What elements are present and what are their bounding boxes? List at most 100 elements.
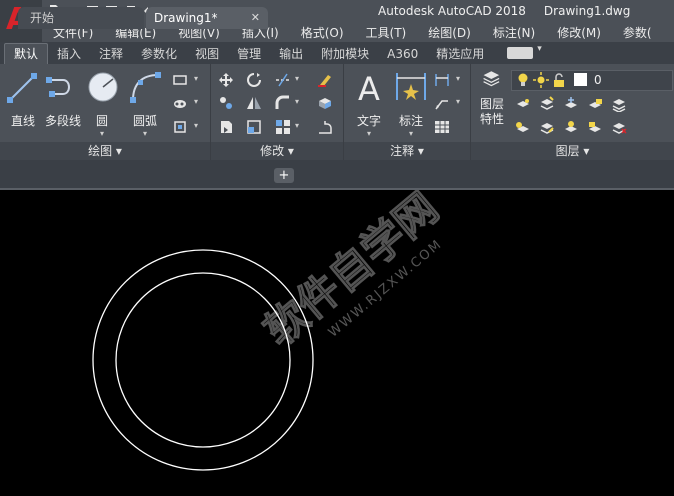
- circle-label: 圆: [95, 114, 108, 128]
- leader-icon[interactable]: [434, 95, 450, 111]
- tab-start-label: 开始: [30, 11, 55, 25]
- scale-icon[interactable]: [246, 119, 262, 135]
- tab-annotate[interactable]: 注释: [90, 44, 132, 64]
- annotation-panel: A 文字 ▾ 标注 ▾ ▾ ▾ 注释 ▾: [344, 64, 471, 160]
- unlock-icon: [554, 73, 564, 87]
- window-title: Autodesk AutoCAD 2018 Drawing1.dwg: [378, 4, 648, 18]
- layers-panel: 图层 特性 0 图层 ▾: [471, 64, 674, 160]
- layer-dropdown[interactable]: 0: [511, 70, 673, 91]
- layer-properties-tool[interactable]: 图层 特性: [475, 70, 509, 127]
- modify-panel-title-text: 修改: [260, 144, 285, 158]
- ribbon-minimize-icon[interactable]: [507, 44, 542, 59]
- dimension-label: 标注: [398, 114, 423, 128]
- layer-unlock-icon[interactable]: [587, 120, 603, 136]
- tab-view[interactable]: 视图: [186, 44, 228, 64]
- layer-freeze-icon[interactable]: [563, 96, 579, 112]
- tab-a360[interactable]: A360: [378, 44, 427, 64]
- tab-insert[interactable]: 插入: [48, 44, 90, 64]
- hatch-icon[interactable]: [172, 95, 188, 111]
- tab-home[interactable]: 默认: [4, 43, 49, 64]
- close-icon[interactable]: ✕: [251, 7, 260, 29]
- polyline-label: 多段线: [44, 114, 81, 128]
- text-dropdown-icon[interactable]: ▾: [352, 129, 386, 138]
- rectangle-dropdown-icon[interactable]: ▾: [194, 74, 198, 83]
- polyline-icon: [46, 77, 70, 97]
- layer-lock-icon[interactable]: [587, 96, 603, 112]
- move-icon[interactable]: [218, 72, 234, 88]
- text-label: 文字: [356, 114, 381, 128]
- menu-parametric[interactable]: 参数(: [612, 24, 663, 41]
- file-name: Drawing1.dwg: [543, 4, 631, 18]
- layer-unisolate-icon[interactable]: [539, 120, 555, 136]
- plus-icon: +: [278, 168, 290, 183]
- hatch-dropdown-icon[interactable]: ▾: [194, 97, 198, 106]
- leader-dropdown-icon[interactable]: ▾: [456, 97, 460, 106]
- arc-tool[interactable]: 圆弧 ▾: [128, 70, 162, 138]
- modify-panel-title[interactable]: 修改 ▾: [211, 142, 343, 160]
- line-tool[interactable]: 直线: [6, 70, 40, 129]
- draw-panel: 直线 多段线 圆 ▾ 圆弧 ▾ ▾ ▾ ▾ 绘图 ▾: [0, 64, 211, 160]
- arc-dropdown-icon[interactable]: ▾: [128, 129, 162, 138]
- circle-tool[interactable]: 圆 ▾: [86, 70, 118, 138]
- tab-featured-apps[interactable]: 精选应用: [427, 44, 493, 64]
- linear-dimension-dropdown-icon[interactable]: ▾: [456, 74, 460, 83]
- menu-format[interactable]: 格式(O): [290, 24, 355, 41]
- trim-icon[interactable]: [275, 72, 291, 88]
- table-icon[interactable]: [434, 119, 450, 135]
- layer-properties-label: 图层 特性: [475, 97, 509, 127]
- layer-walk-icon[interactable]: [611, 120, 627, 136]
- fillet-dropdown-icon[interactable]: ▾: [295, 97, 299, 106]
- layer-isolate-icon[interactable]: [539, 96, 555, 112]
- dimension-dropdown-icon[interactable]: ▾: [394, 129, 428, 138]
- tab-drawing1[interactable]: Drawing1* ✕: [146, 7, 268, 29]
- svg-text:A: A: [358, 70, 380, 104]
- line-icon: [7, 73, 37, 103]
- layer-properties-icon: [483, 71, 500, 87]
- rectangle-icon[interactable]: [172, 72, 188, 88]
- text-tool[interactable]: A 文字 ▾: [352, 70, 386, 138]
- draw-panel-title[interactable]: 绘图 ▾: [0, 142, 210, 160]
- watermark: 软件自学网 WWW.RJZXW.COM: [254, 190, 448, 356]
- dimension-tool[interactable]: 标注 ▾: [394, 70, 428, 138]
- modify-panel: ▾ ▾ ▾ 修改 ▾: [211, 64, 344, 160]
- explode-icon[interactable]: [317, 95, 333, 111]
- sun-icon: [533, 72, 549, 88]
- layer-off-icon[interactable]: [515, 96, 531, 112]
- layers-panel-title-text: 图层: [555, 144, 580, 158]
- tab-output[interactable]: 输出: [270, 44, 312, 64]
- offset-icon[interactable]: [317, 119, 333, 135]
- menu-tools[interactable]: 工具(T): [355, 24, 418, 41]
- mirror-icon[interactable]: [246, 95, 262, 111]
- menu-draw[interactable]: 绘图(D): [417, 24, 482, 41]
- circle-dropdown-icon[interactable]: ▾: [86, 129, 118, 138]
- array-icon[interactable]: [275, 119, 291, 135]
- layers-panel-title[interactable]: 图层 ▾: [471, 142, 674, 160]
- boundary-dropdown-icon[interactable]: ▾: [194, 121, 198, 130]
- boundary-icon[interactable]: [172, 119, 188, 135]
- erase-icon[interactable]: [317, 72, 333, 88]
- menu-modify[interactable]: 修改(M): [546, 24, 612, 41]
- rotate-icon[interactable]: [246, 72, 262, 88]
- layer-on-icon[interactable]: [515, 120, 531, 136]
- tab-manage[interactable]: 管理: [228, 44, 270, 64]
- tab-parametric[interactable]: 参数化: [132, 44, 186, 64]
- stretch-icon[interactable]: [218, 119, 234, 135]
- autocad-window: ▾ ▾ ⩡ Autodesk AutoCAD 2018Drawing1.dwg …: [0, 0, 674, 496]
- linear-dimension-icon[interactable]: [434, 72, 450, 88]
- arc-label: 圆弧: [132, 114, 157, 128]
- layer-properties-line2: 特性: [479, 112, 504, 126]
- layer-match-icon[interactable]: [611, 96, 627, 112]
- array-dropdown-icon[interactable]: ▾: [295, 121, 299, 130]
- fillet-icon[interactable]: [275, 95, 291, 111]
- new-tab-button[interactable]: +: [274, 168, 294, 183]
- polyline-tool[interactable]: 多段线: [44, 70, 82, 129]
- layer-thaw-icon[interactable]: [563, 120, 579, 136]
- annotation-panel-title[interactable]: 注释 ▾: [344, 142, 470, 160]
- watermark-text: 软件自学网: [255, 190, 447, 356]
- layer-color-swatch: [574, 73, 587, 86]
- trim-dropdown-icon[interactable]: ▾: [295, 74, 299, 83]
- tab-addins[interactable]: 附加模块: [312, 44, 378, 64]
- menu-dimension[interactable]: 标注(N): [482, 24, 546, 41]
- copy-icon[interactable]: [218, 95, 234, 111]
- tab-start[interactable]: 开始: [18, 7, 144, 29]
